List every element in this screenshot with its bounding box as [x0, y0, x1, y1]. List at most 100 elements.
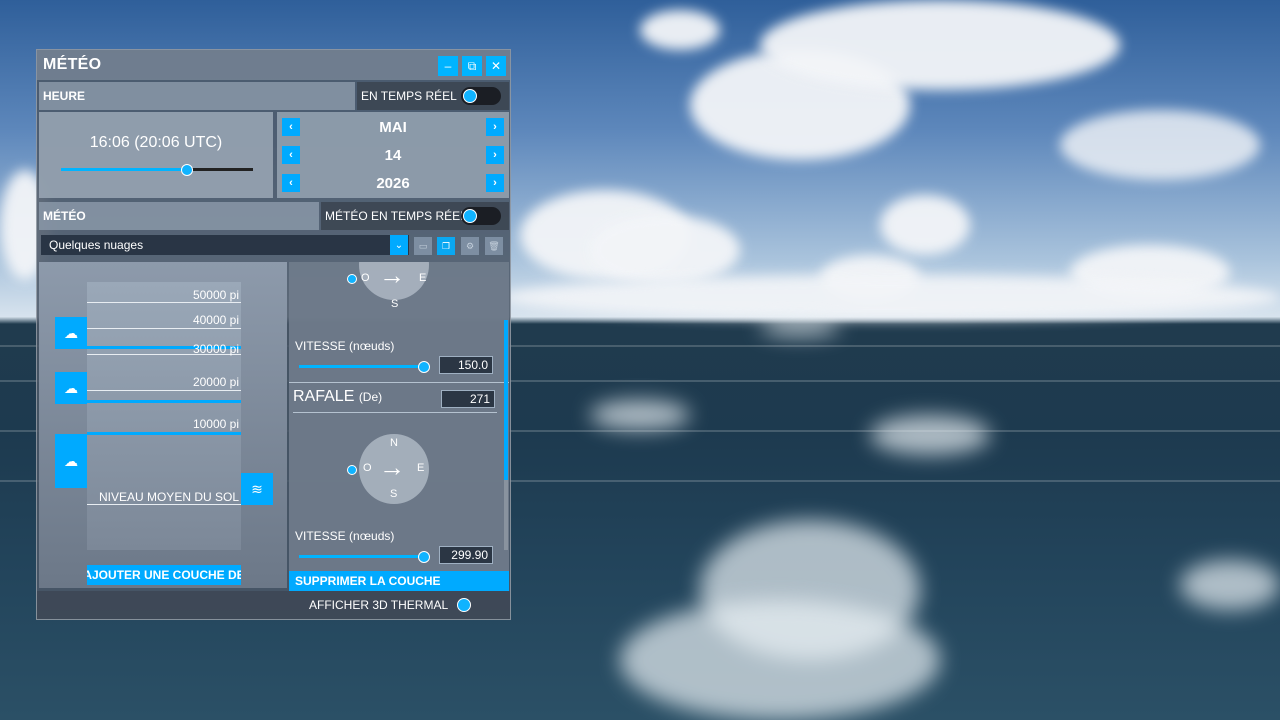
time-slider-knob[interactable]	[180, 164, 193, 176]
altitude-label: 20000 pi	[192, 375, 239, 389]
day-next-button[interactable]: ›	[486, 146, 504, 164]
minimize-icon: –	[444, 59, 452, 73]
weather-section-header: MÉTÉO	[39, 202, 319, 230]
wind-speed-label: VITESSE (nœuds)	[295, 339, 395, 353]
chevron-left-icon: ‹	[289, 149, 293, 161]
settings-icon: ⚙	[465, 240, 475, 251]
title-bar[interactable]: MÉTÉO – ⧉ ✕	[37, 50, 510, 80]
chevron-right-icon: ›	[493, 177, 497, 189]
add-layer-button[interactable]: AJOUTER UNE COUCHE DE	[87, 565, 241, 585]
delete-preset-button[interactable]: 🗑	[485, 237, 503, 255]
section-divider	[289, 382, 509, 383]
wind-compass-clip: O E S →	[289, 262, 509, 302]
altitude-line	[87, 390, 241, 391]
close-icon: ✕	[490, 59, 502, 73]
popout-button[interactable]: ⧉	[462, 56, 482, 76]
realtime-time-toggle[interactable]	[461, 87, 501, 105]
wind-speed-slider-knob[interactable]	[418, 361, 430, 373]
gust-direction-input[interactable]: 271	[441, 390, 495, 408]
save-preset-button[interactable]: ▭	[414, 237, 432, 255]
date-box: ‹ MAI › ‹ 14 › ‹ 2026 ›	[277, 112, 509, 198]
compass-south-label: S	[391, 298, 399, 310]
altitude-label: 40000 pi	[192, 313, 239, 327]
chevron-left-icon: ‹	[289, 177, 293, 189]
compass-north-label: N	[390, 437, 398, 449]
thermal-toggle[interactable]	[457, 598, 471, 612]
realtime-time-row: EN TEMPS RÉEL	[357, 82, 509, 110]
foam-shape	[870, 415, 990, 455]
scrollbar-thumb[interactable]	[504, 320, 508, 480]
cloud-shape	[500, 275, 1280, 320]
wind-speed-slider[interactable]	[299, 361, 430, 373]
copy-icon: ❐	[441, 240, 451, 251]
foam-shape	[620, 600, 940, 720]
altitude-scale: 50000 pi 40000 pi 30000 pi 20000 pi 1000…	[87, 282, 241, 550]
cloud-icon: ☁	[64, 324, 78, 341]
compass-west-label: O	[361, 272, 370, 284]
gust-suffix: (De)	[358, 390, 383, 404]
weather-panel: MÉTÉO – ⧉ ✕ HEURE EN TEMPS RÉEL 16:06 (2…	[36, 49, 511, 620]
wind-direction-handle[interactable]	[347, 274, 357, 284]
time-header-label: HEURE	[43, 89, 86, 103]
foam-shape	[590, 400, 690, 430]
trash-icon: 🗑	[488, 240, 500, 251]
gust-speed-slider[interactable]	[299, 551, 430, 563]
foam-shape	[760, 318, 840, 336]
dropdown-arrow-button[interactable]: ⌄	[390, 235, 408, 255]
gust-divider	[293, 412, 497, 413]
cloud-shape	[880, 195, 970, 255]
altitude-label: 10000 pi	[192, 417, 239, 431]
wind-settings-area: O E S → S VITESSE (nœuds) 150.0 RAFALE (…	[289, 262, 509, 588]
time-slider-fill	[61, 168, 186, 171]
month-next-button[interactable]: ›	[486, 118, 504, 136]
chevron-down-icon: ⌄	[394, 239, 404, 251]
realtime-weather-toggle[interactable]	[461, 207, 501, 225]
cloud-layers-area: 50000 pi 40000 pi 30000 pi 20000 pi 1000…	[39, 262, 287, 588]
realtime-weather-row: MÉTÉO EN TEMPS RÉEL	[321, 202, 509, 230]
delete-layer-button[interactable]: SUPPRIMER LA COUCHE	[289, 571, 509, 591]
wind-layer-button[interactable]: ≋	[241, 473, 273, 505]
chevron-left-icon: ‹	[289, 121, 293, 133]
wind-speed-input[interactable]: 150.0	[439, 356, 493, 374]
year-next-button[interactable]: ›	[486, 174, 504, 192]
altitude-line	[87, 328, 241, 329]
gust-header: RAFALE (De)	[293, 388, 382, 406]
month-value: MAI	[379, 118, 407, 136]
day-prev-button[interactable]: ‹	[282, 146, 300, 164]
minimize-button[interactable]: –	[438, 56, 458, 76]
popout-icon: ⧉	[467, 58, 477, 73]
gust-direction-handle[interactable]	[347, 465, 357, 475]
cloud-layer-low-line[interactable]	[87, 432, 241, 435]
gust-speed-input[interactable]: 299.90	[439, 546, 493, 564]
thermal-label: AFFICHER 3D THERMAL	[309, 598, 449, 612]
copy-preset-button[interactable]: ❐	[437, 237, 455, 255]
time-slider[interactable]	[61, 164, 253, 176]
altitude-label: 50000 pi	[192, 288, 239, 302]
year-value: 2026	[376, 174, 410, 192]
cloud-layer-middle-line[interactable]	[87, 400, 241, 403]
panel-footer: AFFICHER 3D THERMAL	[37, 591, 510, 619]
time-section-header: HEURE	[39, 82, 355, 110]
ground-level-label: NIVEAU MOYEN DU SOL	[98, 490, 239, 504]
cloud-layer-1-button[interactable]: ☁	[55, 317, 87, 349]
weather-preset-dropdown[interactable]: Quelques nuages	[41, 235, 409, 255]
realtime-weather-label: MÉTÉO EN TEMPS RÉEL	[325, 209, 467, 223]
close-button[interactable]: ✕	[486, 56, 506, 76]
gust-speed-slider-fill	[299, 555, 423, 558]
compass-south-label: S	[390, 488, 398, 500]
gust-speed-slider-knob[interactable]	[418, 551, 430, 563]
gust-compass[interactable]: N O E S →	[359, 434, 429, 504]
cloud-layer-3-button[interactable]: ☁	[55, 434, 87, 488]
cloud-layer-2-button[interactable]: ☁	[55, 372, 87, 404]
foam-shape	[1180, 560, 1280, 610]
cloud-icon: ☁	[64, 379, 78, 396]
chevron-right-icon: ›	[493, 121, 497, 133]
wind-compass[interactable]: O E S →	[359, 262, 429, 300]
year-prev-button[interactable]: ‹	[282, 174, 300, 192]
gust-title: RAFALE	[293, 388, 355, 405]
preset-settings-button[interactable]: ⚙	[461, 237, 479, 255]
month-prev-button[interactable]: ‹	[282, 118, 300, 136]
gust-direction-arrow-icon: →	[379, 452, 405, 482]
scrollbar[interactable]	[504, 320, 508, 550]
realtime-time-label: EN TEMPS RÉEL	[361, 89, 457, 103]
